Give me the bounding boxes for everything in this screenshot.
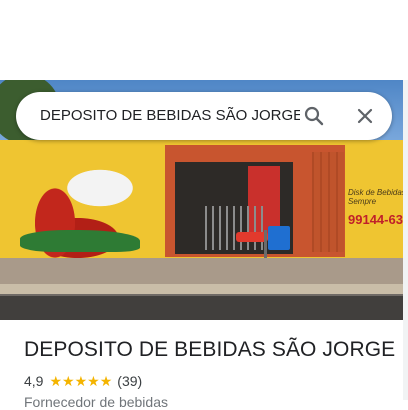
rating-stars: ★ ★ ★ ★ ★ bbox=[49, 374, 112, 388]
photo-mural-dragon bbox=[20, 230, 140, 252]
rating-row[interactable]: 4,9 ★ ★ ★ ★ ★ (39) bbox=[24, 372, 142, 390]
star-icon: ★ bbox=[99, 373, 113, 389]
search-icon[interactable] bbox=[302, 104, 326, 128]
top-blank-area bbox=[0, 0, 408, 80]
photo-shadow bbox=[0, 296, 403, 320]
scroll-edge bbox=[403, 80, 408, 400]
search-input[interactable]: DEPOSITO DE BEBIDAS SÃO JORGE bbox=[40, 107, 300, 124]
place-category: Fornecedor de bebidas bbox=[24, 394, 168, 410]
photo-sign-phone: 99144-632 bbox=[348, 212, 403, 227]
photo-curb bbox=[0, 284, 403, 294]
photo-sidewalk bbox=[0, 258, 403, 284]
photo-bucket bbox=[268, 226, 290, 250]
star-icon: ★ bbox=[62, 373, 75, 389]
place-title: DEPOSITO DE BEBIDAS SÃO JORGE bbox=[24, 338, 396, 361]
photo-sign-caption: Disk de Bebidas Sempre bbox=[348, 188, 403, 206]
search-bar[interactable]: DEPOSITO DE BEBIDAS SÃO JORGE bbox=[16, 92, 392, 140]
review-count[interactable]: (39) bbox=[117, 373, 142, 389]
photo-side-door bbox=[312, 152, 344, 252]
photo-gate bbox=[205, 206, 265, 250]
star-icon: ★ bbox=[49, 373, 63, 389]
star-icon: ★ bbox=[74, 373, 88, 389]
close-icon[interactable] bbox=[353, 104, 377, 128]
star-icon: ★ bbox=[87, 373, 100, 389]
rating-value: 4,9 bbox=[24, 373, 44, 389]
